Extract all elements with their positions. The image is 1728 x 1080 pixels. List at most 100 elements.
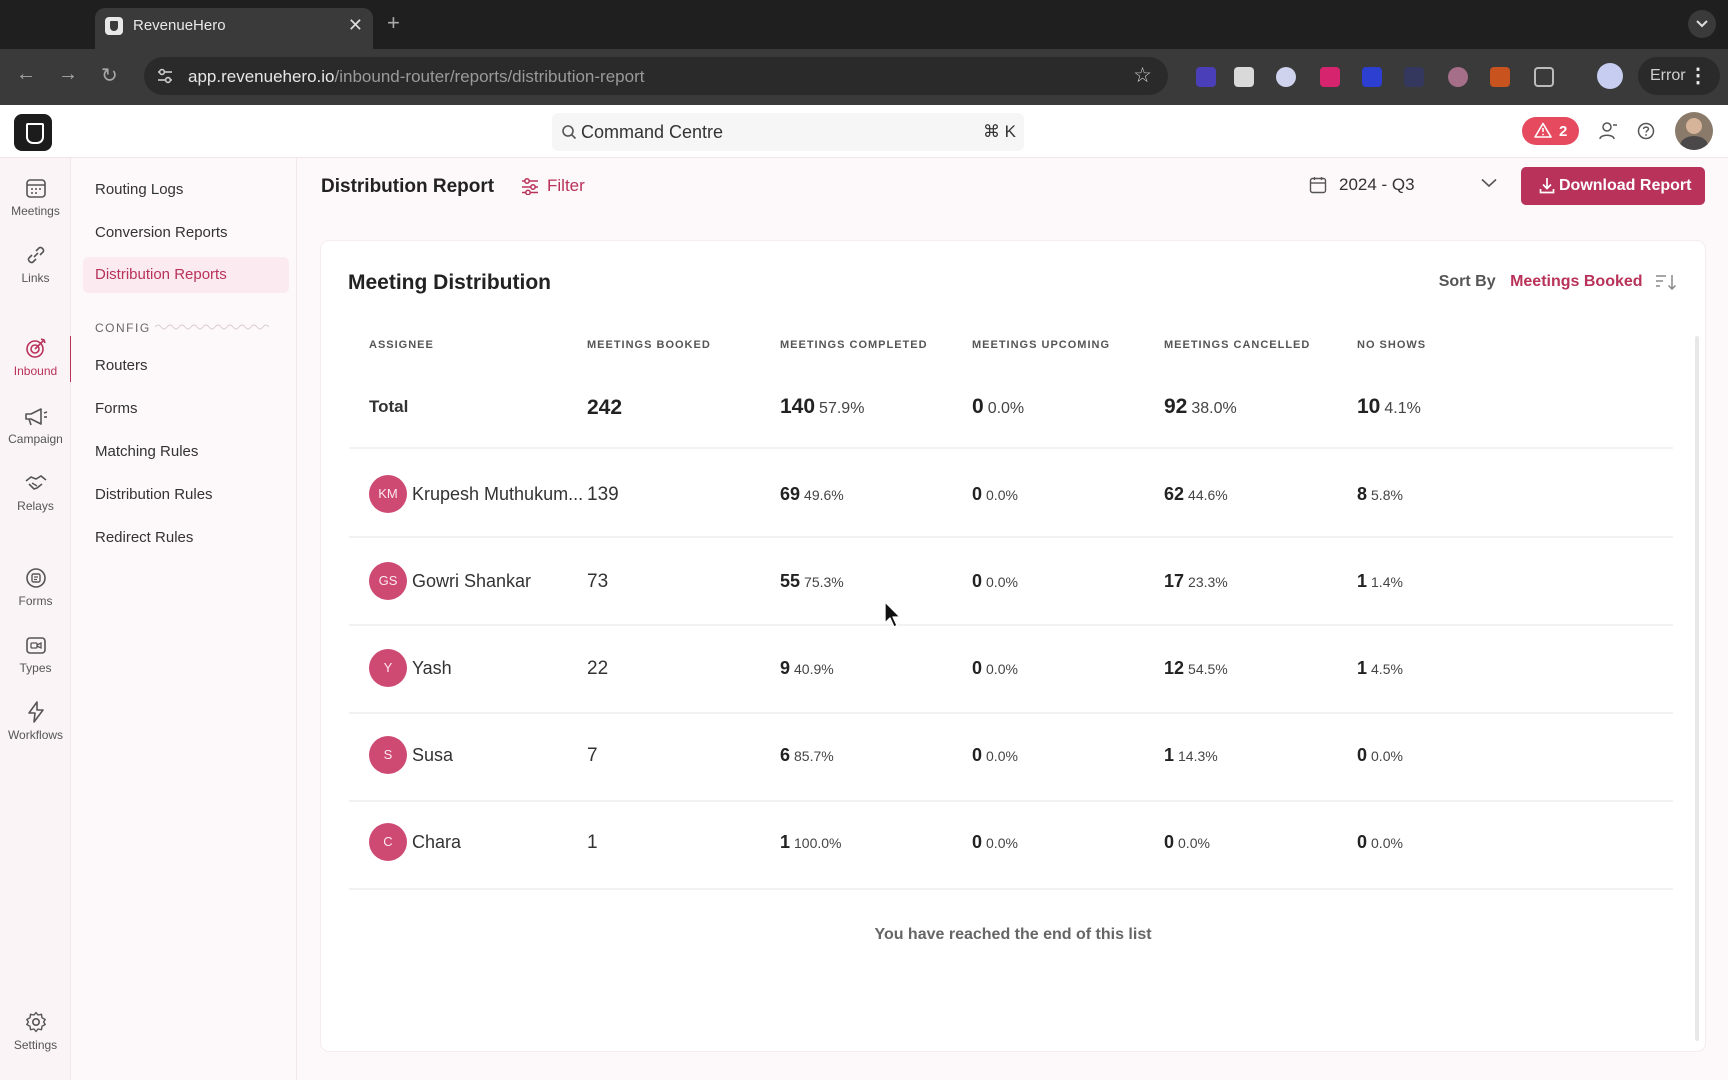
target-icon: [25, 338, 46, 358]
browser-error-chip[interactable]: Error ⋮: [1638, 57, 1720, 95]
more-menu-icon[interactable]: ⋮: [1688, 63, 1708, 88]
command-centre-search[interactable]: Command Centre ⌘ K: [552, 113, 1024, 151]
meetings-cancelled: 17: [1164, 571, 1185, 591]
subnav-item-distribution-reports[interactable]: Distribution Reports: [83, 257, 289, 293]
bookmark-star-icon[interactable]: ☆: [1133, 63, 1152, 88]
sort-by-value[interactable]: Meetings Booked: [1510, 273, 1642, 290]
meetings-upcoming-cell: 0 0.0%: [972, 832, 1018, 853]
back-arrow-icon[interactable]: ←: [16, 63, 36, 86]
meetings-upcoming-cell: 0 0.0%: [972, 484, 1018, 505]
assignee-avatar: Y: [369, 649, 407, 687]
subnav-item-matching-rules[interactable]: Matching Rules: [83, 434, 289, 470]
column-header-meetings-completed[interactable]: MEETINGS COMPLETED: [780, 339, 928, 351]
meetings-completed: 55: [780, 571, 801, 591]
extension-s-icon[interactable]: [1320, 67, 1340, 87]
table-row[interactable]: S Susa 7 6 85.7% 0 0.0% 1 14.3% 0 0.0%: [349, 715, 1673, 802]
subnav-item-routing-logs[interactable]: Routing Logs: [83, 172, 289, 208]
meetings-cancelled-cell: 1 14.3%: [1164, 745, 1218, 766]
quarter-select[interactable]: 2024 - Q3: [1307, 166, 1501, 204]
search-icon: [562, 125, 577, 140]
handshake-icon: [25, 475, 46, 490]
meetings-booked: 22: [587, 658, 609, 679]
rail-item-settings[interactable]: Settings: [0, 1010, 71, 1070]
column-header-no-shows[interactable]: NO SHOWS: [1357, 339, 1426, 351]
address-bar[interactable]: app.revenuehero.io/inbound-router/report…: [144, 57, 1168, 95]
mouse-cursor-icon: [884, 601, 901, 628]
sort-descending-icon[interactable]: [1655, 273, 1677, 291]
close-tab-icon[interactable]: ✕: [348, 15, 363, 36]
no-shows-cell: 0 0.0%: [1357, 832, 1403, 853]
extension-orange-icon[interactable]: [1490, 67, 1510, 87]
column-header-meetings-upcoming[interactable]: MEETINGS UPCOMING: [972, 339, 1110, 351]
subnav-item-redirect-rules[interactable]: Redirect Rules: [83, 520, 289, 556]
download-report-button[interactable]: Download Report: [1521, 167, 1705, 205]
extensions-puzzle-icon[interactable]: [1534, 67, 1554, 87]
meetings-upcoming-cell: 0 0.0%: [972, 571, 1018, 592]
rail-label-links: Links: [21, 271, 50, 285]
rail-item-campaign[interactable]: Campaign: [0, 404, 71, 464]
meetings-booked: 7: [587, 745, 598, 766]
forward-arrow-icon[interactable]: →: [58, 63, 78, 86]
rail-item-links[interactable]: Links: [0, 243, 71, 303]
meetings-upcoming-pct: 0.0%: [986, 574, 1018, 590]
rail-item-workflows[interactable]: Workflows: [0, 700, 71, 760]
meetings-completed-pct: 85.7%: [794, 748, 834, 764]
meetings-cancelled-cell: 62 44.6%: [1164, 484, 1228, 505]
download-report-label: Download Report: [1559, 177, 1692, 194]
table-scrollbar[interactable]: [1695, 336, 1699, 1041]
sort-by-control[interactable]: Sort By Meetings Booked: [1439, 273, 1677, 291]
extension-dark-icon[interactable]: [1404, 67, 1424, 87]
browser-tab[interactable]: RevenueHero ✕: [95, 8, 373, 49]
table-row[interactable]: Y Yash 22 9 40.9% 0 0.0% 12 54.5% 1 4.5%: [349, 627, 1673, 714]
table-row[interactable]: GS Gowri Shankar 73 55 75.3% 0 0.0% 17 23.3…: [349, 539, 1673, 626]
revenuehero-logo[interactable]: [14, 114, 52, 151]
meetings-cancelled-cell: 17 23.3%: [1164, 571, 1228, 592]
meetings-completed: 69: [780, 484, 801, 504]
extension-shield-icon[interactable]: [1234, 67, 1254, 87]
meetings-completed: 1: [780, 832, 791, 852]
no-shows: 8: [1357, 484, 1368, 504]
help-icon[interactable]: [1636, 121, 1656, 141]
subnav-item-forms[interactable]: Forms: [83, 391, 289, 427]
new-tab-button[interactable]: +: [387, 10, 400, 36]
table-row[interactable]: C Chara 1 1 100.0% 0 0.0% 0 0.0% 0 0.0%: [349, 803, 1673, 890]
rail-label-workflows: Workflows: [7, 728, 64, 742]
column-header-meetings-booked[interactable]: MEETINGS BOOKED: [587, 339, 711, 351]
main-content: Distribution Report Filter 2024 - Q3 Dow…: [297, 158, 1728, 1080]
assignee-avatar: GS: [369, 562, 407, 600]
meetings-upcoming: 0: [972, 745, 983, 765]
subnav-item-conversion-reports[interactable]: Conversion Reports: [83, 215, 289, 251]
total-cancelled-cell: 92 38.0%: [1164, 395, 1237, 419]
url-path: /inbound-router/reports/distribution-rep…: [334, 67, 645, 86]
rail-item-inbound[interactable]: Inbound: [0, 336, 72, 396]
rail-item-relays[interactable]: Relays: [0, 471, 71, 531]
user-icon[interactable]: [1598, 121, 1618, 141]
icon-rail: Meetings Links Inbound Campaign Relays F…: [0, 158, 72, 1080]
column-header-meetings-cancelled[interactable]: MEETINGS CANCELLED: [1164, 339, 1310, 351]
extension-calendar-icon[interactable]: [1196, 67, 1216, 87]
table-row[interactable]: KM Krupesh Muthukum... 139 69 49.6% 0 0.0%…: [349, 451, 1673, 538]
rail-item-forms[interactable]: Forms: [0, 566, 71, 626]
total-booked: 242: [587, 396, 623, 419]
subnav-item-distribution-rules[interactable]: Distribution Rules: [83, 477, 289, 513]
rail-label-campaign: Campaign: [8, 432, 63, 446]
alerts-badge[interactable]: 2: [1522, 117, 1579, 145]
rail-item-types[interactable]: Types: [0, 633, 71, 693]
browser-tabstrip: RevenueHero ✕ +: [0, 0, 1728, 49]
rail-item-meetings[interactable]: Meetings: [0, 176, 71, 236]
user-avatar[interactable]: [1675, 112, 1713, 150]
assignee-name: Chara: [412, 832, 462, 852]
extension-globe-icon[interactable]: [1276, 67, 1296, 87]
browser-profile-avatar[interactable]: [1597, 63, 1623, 89]
no-shows: 1: [1357, 658, 1368, 678]
reload-icon[interactable]: ↻: [101, 63, 118, 88]
meetings-completed: 9: [780, 658, 791, 678]
subnav-item-routers[interactable]: Routers: [83, 348, 289, 384]
total-upcoming-cell: 0 0.0%: [972, 395, 1024, 419]
extension-circle-icon[interactable]: [1448, 67, 1468, 87]
tab-search-chevron-icon[interactable]: [1688, 10, 1716, 38]
meetings-cancelled: 1: [1164, 745, 1175, 765]
end-of-list-note: You have reached the end of this list: [874, 926, 1152, 943]
site-settings-icon[interactable]: [156, 67, 174, 85]
extension-r-icon[interactable]: [1362, 67, 1382, 87]
